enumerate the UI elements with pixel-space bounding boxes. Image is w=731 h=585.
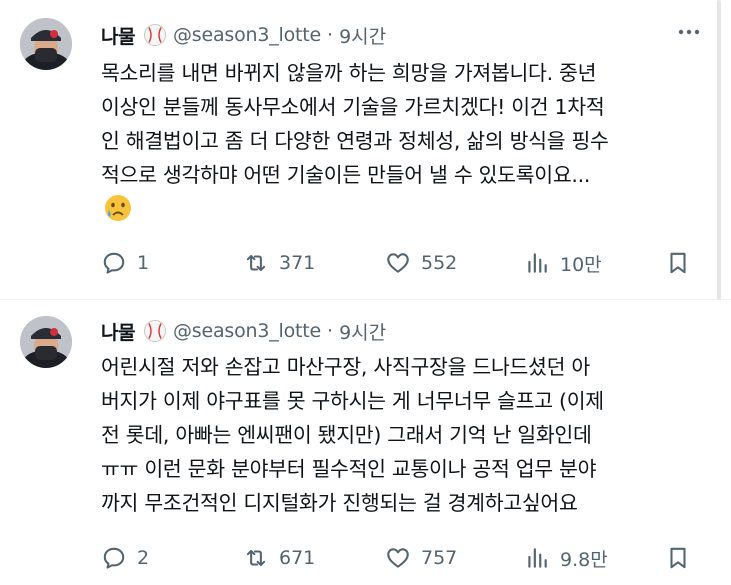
text-line: 목소리를 내면 바뀌지 않을까 하는 희망을 가져봅니다. 중년 xyxy=(101,61,597,85)
reply-count: 1 xyxy=(137,252,150,274)
tweet[interactable]: 나물 @season3_lotte · 9시간 목소리를 내면 바뀌지 않을까 … xyxy=(0,0,731,300)
reply-count: 2 xyxy=(137,547,150,569)
author-name[interactable]: 나물 xyxy=(101,318,135,345)
reply-button[interactable]: 1 xyxy=(101,248,149,278)
tweet-divider xyxy=(0,299,731,300)
text-line: 어린시절 저와 손잡고 마산구장, 사직구장을 드나드셨던 아 xyxy=(101,355,590,379)
reply-icon xyxy=(103,547,125,569)
author-handle[interactable]: @season3_lotte xyxy=(173,320,321,342)
baseball-icon xyxy=(143,23,167,47)
text-line: 까지 무조건적인 디지털화가 진행되는 걸 경계하고싶어요 xyxy=(101,491,578,515)
views-button[interactable]: 10만 xyxy=(524,248,602,278)
author-handle[interactable]: @season3_lotte xyxy=(173,24,321,46)
separator: · xyxy=(327,320,334,342)
tweet-actions: 1 371 552 10만 xyxy=(101,248,701,278)
text-line: 이상인 분들께 동사무소에서 기술을 가르치겠다! 이건 1차적 xyxy=(101,95,605,119)
text-line: 적으로 생각하먀 어떤 기술이든 만들어 낼 수 있도록이요... xyxy=(101,163,591,187)
retweet-button[interactable]: 371 xyxy=(243,248,315,278)
avatar[interactable] xyxy=(20,18,72,70)
timestamp[interactable]: 9시간 xyxy=(339,318,386,345)
retweet-count: 671 xyxy=(279,547,316,569)
retweet-icon xyxy=(246,549,266,567)
like-count: 552 xyxy=(421,252,458,274)
bookmark-icon xyxy=(670,252,686,274)
crying-face-emoji-icon xyxy=(103,193,133,223)
views-bar-chart-icon xyxy=(528,253,547,273)
like-button[interactable]: 552 xyxy=(385,248,457,278)
author-name[interactable]: 나물 xyxy=(101,22,135,49)
views-button[interactable]: 9.8만 xyxy=(524,543,608,573)
separator: · xyxy=(327,24,334,46)
tweet-header: 나물 @season3_lotte · 9시간 xyxy=(101,316,386,346)
views-bar-chart-icon xyxy=(528,548,547,568)
views-count: 10만 xyxy=(560,253,602,276)
heart-icon xyxy=(387,253,409,273)
bookmark-button[interactable] xyxy=(665,543,691,573)
text-line: 전 롯데, 아빠는 엔씨팬이 됐지만) 그래서 기억 난 일화인데 xyxy=(101,423,592,447)
views-count: 9.8만 xyxy=(560,548,608,571)
like-button[interactable]: 757 xyxy=(385,543,457,573)
scrollbar[interactable] xyxy=(717,0,721,300)
tweet-text: 목소리를 내면 바뀌지 않을까 하는 희망을 가져봅니다. 중년 이상인 분들께… xyxy=(101,56,711,192)
avatar[interactable] xyxy=(20,316,72,368)
bookmark-button[interactable] xyxy=(665,248,691,278)
text-line: 버지가 이제 야구표를 못 구하시는 게 너무너무 슬프고 (이제 xyxy=(101,389,604,413)
text-line: 인 해결법이고 좀 더 다양한 연령과 정체성, 삶의 방식을 핑수 xyxy=(101,129,609,153)
heart-icon xyxy=(387,548,409,568)
retweet-icon xyxy=(246,254,266,272)
reply-icon xyxy=(103,252,125,274)
retweet-button[interactable]: 671 xyxy=(243,543,315,573)
reply-button[interactable]: 2 xyxy=(101,543,149,573)
tweet-actions: 2 671 757 9.8만 xyxy=(101,543,701,573)
retweet-count: 371 xyxy=(279,252,316,274)
text-line: ㅠㅠ 이런 문화 분야부터 필수적인 교통이나 공적 업무 분야 xyxy=(101,457,597,481)
like-count: 757 xyxy=(421,547,458,569)
baseball-icon xyxy=(143,319,167,343)
tweet-text: 어린시절 저와 손잡고 마산구장, 사직구장을 드나드셨던 아 버지가 이제 야… xyxy=(101,350,711,520)
bookmark-icon xyxy=(670,547,686,569)
more-options-icon[interactable] xyxy=(675,22,703,42)
timestamp[interactable]: 9시간 xyxy=(339,22,386,49)
tweet-header: 나물 @season3_lotte · 9시간 xyxy=(101,20,386,50)
